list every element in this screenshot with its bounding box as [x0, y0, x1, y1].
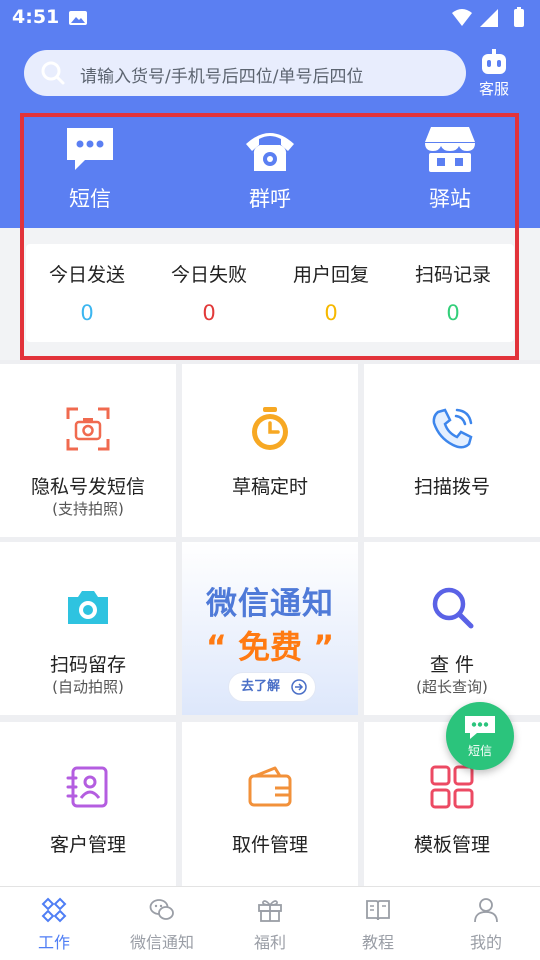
- quick-action-station[interactable]: 驿站: [390, 124, 510, 220]
- cell-label: 扫描拨号: [413, 476, 490, 498]
- sms-floating-button[interactable]: 短信: [446, 702, 514, 770]
- cell-label: 取件管理: [231, 834, 308, 856]
- stat-user-reply[interactable]: 用户回复 0: [270, 260, 392, 325]
- stat-value: 0: [324, 301, 338, 325]
- robot-icon: [482, 49, 506, 74]
- stat-scan-records[interactable]: 扫码记录 0: [392, 260, 514, 325]
- search-placeholder: 请输入货号/手机号后四位/单号后四位: [80, 67, 364, 87]
- tab-work[interactable]: 工作: [0, 897, 108, 953]
- message-icon: [67, 128, 113, 170]
- camera-frame-icon: [66, 407, 110, 451]
- work-grid-icon: [41, 897, 67, 923]
- learn-more-label: 去了解: [241, 679, 281, 694]
- stats-card: 今日发送 0 今日失败 0 用户回复 0 扫码记录 0: [26, 244, 514, 342]
- pickup-management-button[interactable]: 取件管理: [182, 722, 358, 886]
- tab-tutorial[interactable]: 教程: [324, 897, 432, 953]
- user-icon: [474, 898, 498, 923]
- camera-icon: [68, 591, 108, 624]
- phone-ringing-icon: [432, 408, 473, 449]
- tab-wechat-notify[interactable]: 微信通知: [108, 897, 216, 953]
- query-parcel-button[interactable]: 查 件 (超长查询): [364, 542, 540, 715]
- arrow-right-circle-icon: [291, 679, 307, 695]
- tab-mine[interactable]: 我的: [432, 897, 540, 953]
- scan-dial-button[interactable]: 扫描拨号: [364, 364, 540, 537]
- cell-label: 模板管理: [413, 834, 490, 856]
- tab-label: 微信通知: [129, 933, 194, 952]
- cell-sublabel: (超长查询): [416, 678, 488, 696]
- cell-sublabel: (自动拍照): [52, 678, 124, 696]
- stat-today-sent[interactable]: 今日发送 0: [26, 260, 148, 325]
- promo-free-label: “ 免费 ”: [205, 628, 335, 666]
- timer-icon: [252, 407, 288, 450]
- book-icon: [366, 900, 390, 921]
- quick-action-sms[interactable]: 短信: [30, 124, 150, 220]
- fab-label: 短信: [467, 744, 492, 758]
- search-bar[interactable]: 请输入货号/手机号后四位/单号后四位: [24, 50, 466, 96]
- scan-store-button[interactable]: 扫码留存 (自动拍照): [0, 542, 176, 715]
- stat-label: 扫码记录: [414, 264, 491, 286]
- contact-card-icon: [66, 766, 108, 808]
- quick-action-group-call[interactable]: 群呼: [210, 124, 330, 220]
- stat-value: 0: [446, 301, 460, 325]
- phone-icon: [246, 133, 294, 171]
- stat-today-failed[interactable]: 今日失败 0: [148, 260, 270, 325]
- system-status-icons: [452, 7, 524, 27]
- cell-label: 隐私号发短信: [30, 476, 145, 498]
- cell-label: 查 件: [429, 654, 475, 676]
- tab-label: 我的: [469, 933, 502, 952]
- tab-label: 教程: [361, 933, 394, 952]
- learn-more-button[interactable]: 去了解: [228, 672, 316, 702]
- status-time: 4:51: [12, 6, 60, 28]
- message-icon: [465, 716, 495, 739]
- stat-label: 用户回复: [292, 264, 369, 286]
- quick-action-label: 短信: [69, 187, 111, 211]
- cell-label: 客户管理: [49, 834, 126, 856]
- promo-title: 微信通知: [206, 586, 334, 622]
- cell-label: 草稿定时: [231, 476, 308, 498]
- customer-service-button[interactable]: 客服: [470, 48, 518, 98]
- signal-icon: [480, 9, 498, 27]
- wallet-icon: [248, 766, 292, 807]
- tab-label: 福利: [253, 933, 286, 952]
- grid-icon: [430, 765, 474, 809]
- search-icon: [41, 61, 65, 85]
- tab-label: 工作: [37, 933, 70, 952]
- quick-action-label: 驿站: [429, 187, 471, 211]
- status-bar: 4:51: [0, 0, 540, 36]
- feature-grid: 隐私号发短信 (支持拍照) 草稿定时 扫描拨号 扫码留存 (自动拍照) 微信通知…: [0, 360, 540, 886]
- gift-icon: [258, 900, 282, 922]
- stat-value: 0: [202, 301, 216, 325]
- store-icon: [425, 127, 475, 172]
- battery-icon: [514, 9, 524, 27]
- wechat-icon: [149, 899, 174, 920]
- bottom-tab-bar: 工作 微信通知 福利 教程 我的: [0, 886, 540, 960]
- wifi-icon: [452, 9, 472, 26]
- stat-value: 0: [80, 301, 94, 325]
- customer-service-label: 客服: [478, 80, 509, 98]
- tab-welfare[interactable]: 福利: [216, 897, 324, 953]
- search-icon: [432, 587, 474, 629]
- cell-sublabel: (支持拍照): [52, 500, 124, 518]
- customer-management-button[interactable]: 客户管理: [0, 722, 176, 886]
- stat-label: 今日发送: [48, 264, 125, 286]
- gallery-icon: [69, 11, 87, 25]
- quick-action-label: 群呼: [249, 187, 291, 211]
- draft-timer-button[interactable]: 草稿定时: [182, 364, 358, 537]
- private-sms-button[interactable]: 隐私号发短信 (支持拍照): [0, 364, 176, 537]
- stat-label: 今日失败: [170, 264, 247, 286]
- wechat-notify-promo-banner[interactable]: 微信通知 “ 免费 ” 去了解: [182, 542, 358, 715]
- cell-label: 扫码留存: [49, 654, 126, 676]
